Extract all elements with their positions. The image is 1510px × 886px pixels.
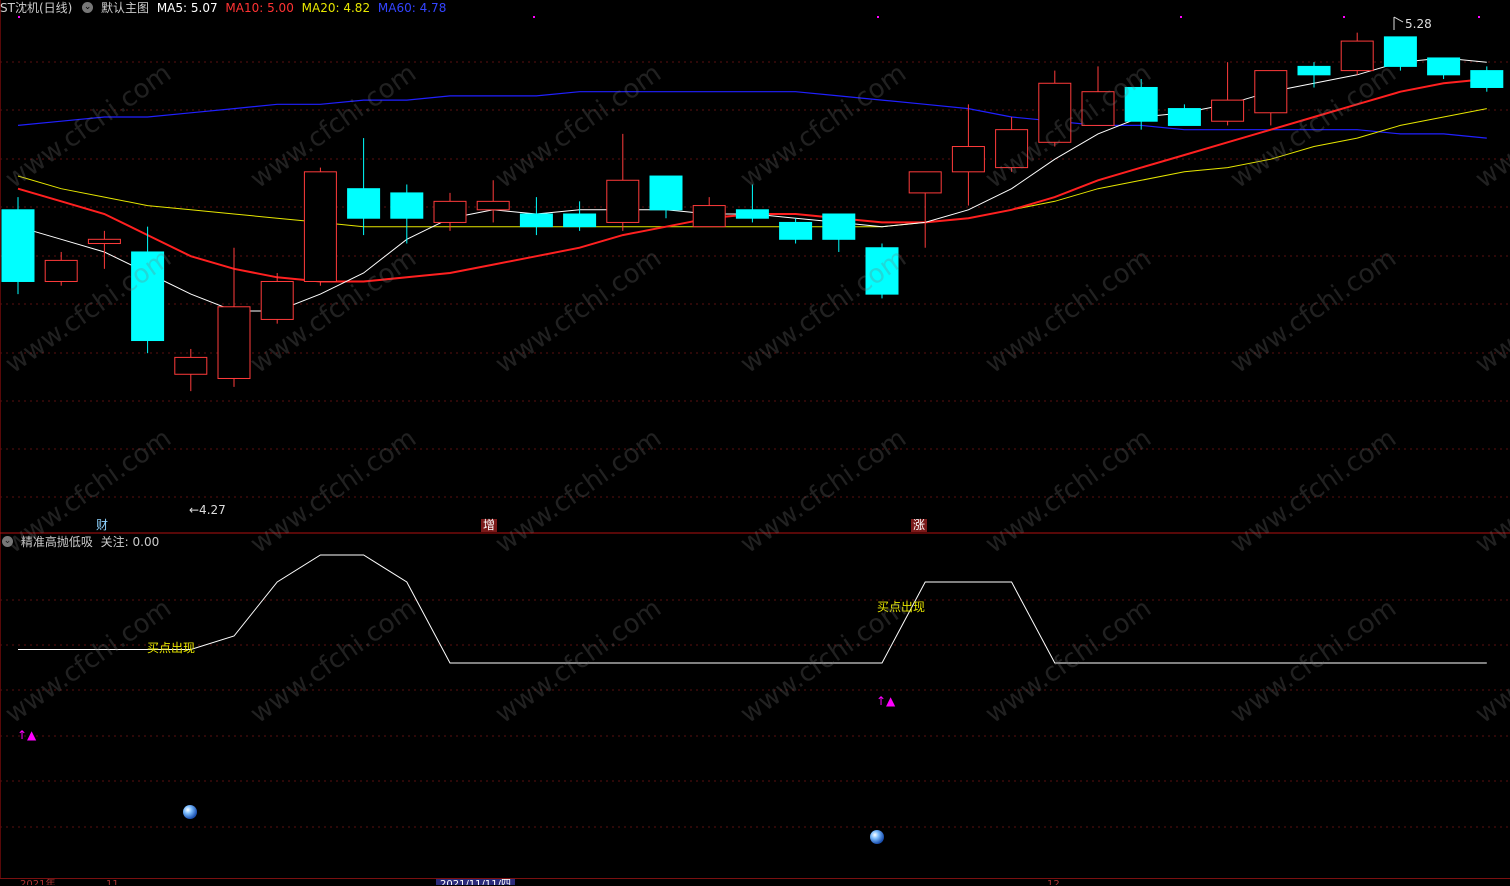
event-marker-cai[interactable]: 财 (94, 519, 110, 532)
top-signal-dot (533, 16, 535, 18)
candle-body (390, 192, 424, 219)
candle-body (865, 247, 899, 295)
candle-body (217, 306, 251, 379)
candle-body (692, 205, 726, 228)
candle-body (1427, 57, 1461, 76)
candle-body (44, 259, 78, 282)
top-signal-dot (877, 16, 879, 18)
buy-arrow-icon: ↑▲ (876, 694, 896, 708)
event-marker-zeng[interactable]: 增 (481, 519, 498, 532)
candle-body (303, 171, 337, 282)
candle-body (1038, 82, 1072, 143)
buy-signal-label: 买点出现 (877, 600, 926, 614)
main-chart-header: ST沈机(日线) ⌄ 默认主图 MA5: 5.07 MA10: 5.00 MA2… (0, 0, 450, 16)
date-label: 2021年 (20, 879, 56, 885)
date-label: 11 (106, 879, 119, 885)
candle-body (131, 251, 165, 342)
candle-body (1254, 70, 1288, 114)
candle-body (1124, 86, 1158, 122)
candle-body (1297, 65, 1331, 76)
chevron-down-icon[interactable]: ⌄ (2, 536, 13, 547)
candle-body (995, 129, 1029, 169)
candle-body (174, 356, 208, 375)
event-marker-zhang[interactable]: 涨 (911, 519, 928, 532)
candle-body (433, 200, 467, 223)
candle-body (1340, 40, 1374, 72)
candle-body (347, 188, 381, 219)
buy-signal-label: 买点出现 (147, 641, 196, 655)
ma10-value: MA10: 5.00 (225, 1, 294, 15)
low-price-label: ←4.27 (189, 503, 226, 517)
blue-ball-icon (183, 805, 197, 819)
blue-ball-icon (870, 830, 884, 844)
candle-body (1383, 36, 1417, 67)
high-price-label: 5.28 (1405, 17, 1432, 31)
indicator-header: ⌄ 精准高抛低吸 关注: 0.00 (0, 534, 163, 550)
candle-body (735, 209, 769, 219)
chevron-down-icon[interactable]: ⌄ (82, 2, 94, 13)
candle-body (476, 200, 510, 211)
candle-body (1470, 70, 1504, 88)
chart-stage[interactable]: ST沈机(日线) ⌄ 默认主图 MA5: 5.07 MA10: 5.00 MA2… (0, 0, 1510, 886)
candle-body (908, 171, 942, 194)
buy-arrow-icon: ↑▲ (17, 728, 37, 742)
top-signal-dot (1180, 16, 1182, 18)
candle-body (951, 146, 985, 173)
candle-body (563, 213, 597, 228)
stock-title[interactable]: ST沈机(日线) (0, 1, 72, 15)
ma20-value: MA20: 4.82 (301, 1, 371, 15)
ma5-value: MA5: 5.07 (156, 1, 218, 15)
candle-body (87, 238, 121, 245)
candle-body (779, 221, 813, 240)
indicator-line (18, 554, 1487, 664)
candle-body (1, 209, 35, 282)
high-flag-icon (1393, 16, 1404, 23)
top-signal-dot (18, 16, 20, 18)
candle-body (649, 175, 683, 211)
candle-body (1081, 91, 1115, 126)
top-signal-dot (1343, 16, 1345, 18)
top-signal-dot (1478, 16, 1480, 18)
candle-body (260, 280, 294, 320)
date-label: 12 (1047, 879, 1060, 885)
indicator-value: 关注: 0.00 (100, 535, 160, 549)
template-name[interactable]: 默认主图 (101, 1, 149, 15)
kline-chart[interactable] (0, 0, 1510, 885)
indicator-name[interactable]: 精准高抛低吸 (21, 535, 93, 549)
candle-body (1167, 108, 1201, 126)
candle-body (606, 179, 640, 223)
ma60-value: MA60: 4.78 (377, 1, 447, 15)
candle-body (519, 213, 553, 228)
candle-body (822, 213, 856, 240)
date-highlight: 2021/11/11/四 (436, 879, 516, 885)
candle-body (1211, 99, 1245, 122)
